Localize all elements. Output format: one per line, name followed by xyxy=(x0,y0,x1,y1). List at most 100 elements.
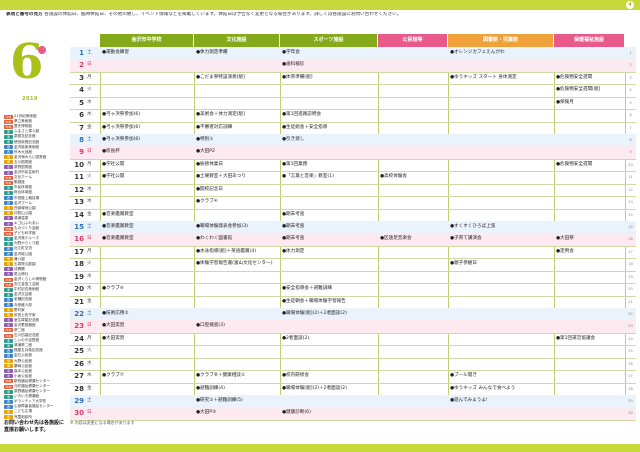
day-number-right: 17 xyxy=(628,249,633,254)
event-cell: ●引き渡し xyxy=(282,137,305,142)
event-cell: ●特別① xyxy=(196,137,214,142)
event-cell: ●職場体験[組](2)＋2者面談(2) xyxy=(282,385,347,391)
facility-tag: 北 xyxy=(4,318,13,323)
event-cell xyxy=(448,358,556,370)
weekday: 月 xyxy=(87,335,92,341)
event-cell xyxy=(378,333,450,345)
weekday: 木 xyxy=(87,112,92,118)
facility-tag: 東 xyxy=(4,292,13,297)
day-number-right: 30 xyxy=(628,411,633,416)
table-row: 25 火 25 xyxy=(70,345,636,359)
event-cell: ●技術応用② xyxy=(102,311,129,317)
event-cell xyxy=(554,383,627,395)
day-number: 13 xyxy=(74,198,84,207)
event-cell xyxy=(554,122,627,134)
event-cell: ●保険月 xyxy=(556,99,574,105)
weekday: 水 xyxy=(87,186,92,192)
event-cell: ●「言葉と音楽」教室(1) xyxy=(282,174,334,180)
facility-item: 南児童相談所 xyxy=(4,415,68,420)
day-number: 9 xyxy=(79,148,84,157)
event-cell xyxy=(378,283,450,295)
event-cell xyxy=(554,59,627,71)
event-cell: ●休力測定準備 xyxy=(196,50,228,55)
day-number-right: 14 xyxy=(628,212,633,217)
facility-tag: 東 xyxy=(4,343,13,348)
table-row: 30 日 ●大田P③ ●健康診断(6) 30 xyxy=(70,407,636,421)
event-cell xyxy=(194,84,282,96)
facility-tag: 西 xyxy=(4,145,13,150)
event-cell xyxy=(554,395,627,407)
facility-tag: 中央 xyxy=(4,180,13,185)
event-cell xyxy=(378,258,450,270)
facility-tag: 南 xyxy=(4,257,13,262)
event-cell: ●開校記念日 xyxy=(196,186,223,192)
event-cell: ●職場体験[組](2)＋2者面談(2) xyxy=(282,311,347,317)
event-cell xyxy=(554,320,627,332)
event-cell xyxy=(378,308,450,320)
facility-tag: 西 xyxy=(4,150,13,155)
weekday: 火 xyxy=(87,348,92,354)
table-row: 3 月 ●こだま祭特設演奏[組] ●体育準備[組] ●ゆうキッズ スタート 身体測定 ●危… xyxy=(70,72,636,86)
day-number-right: 18 xyxy=(628,262,633,267)
day-number: 11 xyxy=(74,173,84,182)
event-cell xyxy=(100,84,196,96)
weekday: 日 xyxy=(87,323,92,329)
event-cell xyxy=(280,97,380,109)
facility-tag: 中央 xyxy=(4,333,13,338)
day-number: 20 xyxy=(74,285,84,294)
event-cell xyxy=(448,283,556,295)
event-cell xyxy=(280,196,380,208)
table-row: 21 金 ●生徒朝会＋職場体験学習報告 21 xyxy=(70,296,636,310)
column-header: 公民館等 xyxy=(378,34,447,47)
weekday: 火 xyxy=(87,261,92,267)
event-cell xyxy=(194,296,282,308)
weekday: 金 xyxy=(87,298,92,304)
event-cell xyxy=(554,370,627,382)
month-dot-icon xyxy=(38,46,46,54)
event-cell: ●第1回業務 xyxy=(282,161,308,167)
weekday: 火 xyxy=(87,87,92,93)
table-row: 26 水 26 xyxy=(70,358,636,372)
day-number-right: 20 xyxy=(628,287,633,292)
event-cell: ●期末考査 xyxy=(282,211,305,217)
event-cell xyxy=(448,97,556,109)
table-row: 18 火 ●体験学習報告書(富山文化センター) ●親子参観日 18 xyxy=(70,258,636,272)
table-row: 15 土 ●音楽鑑賞教室 ●職場体験発表会参加(3) ●期末考査 ●すくすくひろば上弦 15 xyxy=(70,221,636,235)
column-header: 保健福祉施設 xyxy=(554,34,624,47)
event-cell xyxy=(448,333,556,345)
event-cell xyxy=(554,358,627,370)
weekday: 日 xyxy=(87,410,92,416)
page-number: 4 xyxy=(626,1,634,9)
event-cell xyxy=(378,97,450,109)
facility-tag: 北 xyxy=(4,272,13,277)
event-cell xyxy=(378,383,450,395)
event-cell: ●弓ヶ浜祭参加(6) xyxy=(102,112,141,118)
event-cell: ●プール開き xyxy=(450,373,477,379)
table-row: 28 金 ●避難訓練(4) ●職場体験[組](2)＋2者面談(2) ●ゆうキッズ みんな… xyxy=(70,383,636,397)
event-cell xyxy=(554,146,627,158)
facility-tag: 南 xyxy=(4,313,13,318)
event-cell xyxy=(448,196,556,208)
day-number-right: 10 xyxy=(628,162,633,167)
day-number-right: 1 xyxy=(629,51,632,55)
facility-tag: 南 xyxy=(4,160,13,165)
event-cell xyxy=(448,122,556,134)
event-cell: ●体育準備[組] xyxy=(282,74,313,80)
facility-tag: 南 xyxy=(4,308,13,313)
weekday: 金 xyxy=(87,124,92,130)
day-number: 16 xyxy=(74,235,84,244)
day-number: 26 xyxy=(74,359,84,368)
table-row: 17 月 ●水泳指導[組]＋英語鑑賞(4) ●体力測定 ●定例会 17 xyxy=(70,246,636,260)
day-number: 5 xyxy=(79,98,84,107)
event-cell xyxy=(378,345,450,357)
event-cell: ●校内研修会 xyxy=(282,373,309,379)
event-cell xyxy=(378,407,450,419)
facility-tag: 西 xyxy=(4,399,13,404)
event-cell xyxy=(100,97,196,109)
day-number: 1 xyxy=(79,49,84,57)
day-number: 12 xyxy=(74,185,84,194)
event-cell xyxy=(554,296,627,308)
event-cell: ●わくわく図書館 xyxy=(196,236,233,242)
event-cell xyxy=(280,395,380,407)
facility-tag: 北 xyxy=(4,374,13,379)
